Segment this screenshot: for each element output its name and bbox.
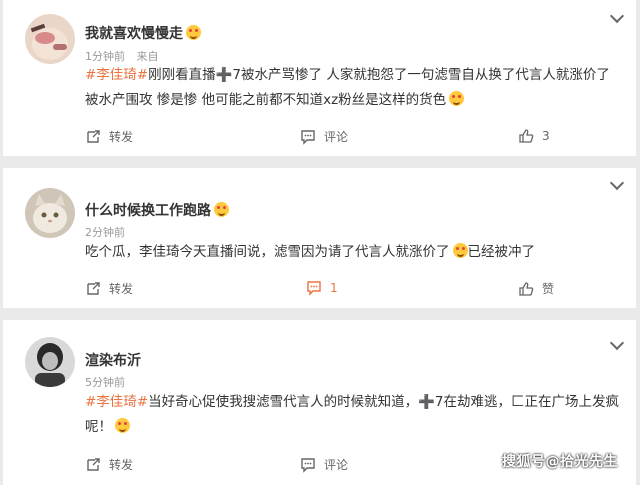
like-icon <box>518 281 534 297</box>
repost-button[interactable]: 转发 <box>85 280 133 297</box>
comment-icon <box>306 280 322 296</box>
comment-text: 吃个瓜，李佳琦今天直播间说，滤雪因为请了代言人就涨价了 已经被冲了 <box>85 243 535 260</box>
avatar[interactable] <box>25 188 75 238</box>
emoji-icon <box>186 25 201 40</box>
repost-button[interactable]: 转发 <box>85 128 133 145</box>
more-chevron-icon[interactable] <box>609 175 625 191</box>
hashtag[interactable]: #李佳琦# <box>85 67 148 83</box>
comment-button[interactable]: 评论 <box>300 456 348 473</box>
more-chevron-icon[interactable] <box>609 8 625 24</box>
timestamp: 1分钟前 <box>85 50 125 63</box>
comment-meta: 1分钟前 来自 <box>85 48 159 64</box>
more-chevron-icon[interactable] <box>609 335 625 351</box>
comment-button[interactable]: 评论 <box>300 128 348 145</box>
avatar[interactable] <box>25 337 75 387</box>
repost-icon <box>85 281 101 297</box>
timestamp: 2分钟前 <box>85 226 125 239</box>
watermark: 搜狐号@拾光先生 <box>502 454 618 470</box>
comment-button[interactable]: 1 <box>306 280 338 296</box>
emoji-icon <box>449 91 465 106</box>
repost-icon <box>85 457 101 473</box>
source: 来自 <box>136 50 159 63</box>
comment-icon <box>300 457 316 473</box>
comment-text: #李佳琦#当好奇心促使我搜滤雪代言人的时候就知道，➕7在劫难逃，匚正在广场上发疯… <box>85 394 620 435</box>
avatar[interactable] <box>25 14 75 64</box>
emoji-icon <box>452 243 468 258</box>
username[interactable]: 什么时候换工作跑路 <box>85 200 229 220</box>
comment-icon <box>300 129 316 145</box>
hashtag[interactable]: #李佳琦# <box>85 394 148 410</box>
username[interactable]: 渲染布沂 <box>85 350 141 370</box>
comment-card: 我就喜欢慢慢走 1分钟前 来自 #李佳琦#刚刚看直播➕7被水产骂惨了 人家就抱怨… <box>3 0 636 156</box>
emoji-icon <box>214 202 229 217</box>
repost-icon <box>85 129 101 145</box>
like-button[interactable]: 赞 <box>518 280 554 297</box>
like-icon <box>518 128 534 144</box>
timestamp: 5分钟前 <box>85 376 125 389</box>
username[interactable]: 我就喜欢慢慢走 <box>85 23 201 43</box>
comment-text: #李佳琦#刚刚看直播➕7被水产骂惨了 人家就抱怨了一句滤雪自从换了代言人就涨价了… <box>85 67 610 108</box>
emoji-icon <box>115 418 130 433</box>
comment-meta: 2分钟前 <box>85 224 125 240</box>
repost-button[interactable]: 转发 <box>85 456 133 473</box>
comment-meta: 5分钟前 <box>85 374 125 390</box>
like-button[interactable]: 3 <box>518 128 550 144</box>
comment-card: 什么时候换工作跑路 2分钟前 吃个瓜，李佳琦今天直播间说，滤雪因为请了代言人就涨… <box>3 168 636 308</box>
